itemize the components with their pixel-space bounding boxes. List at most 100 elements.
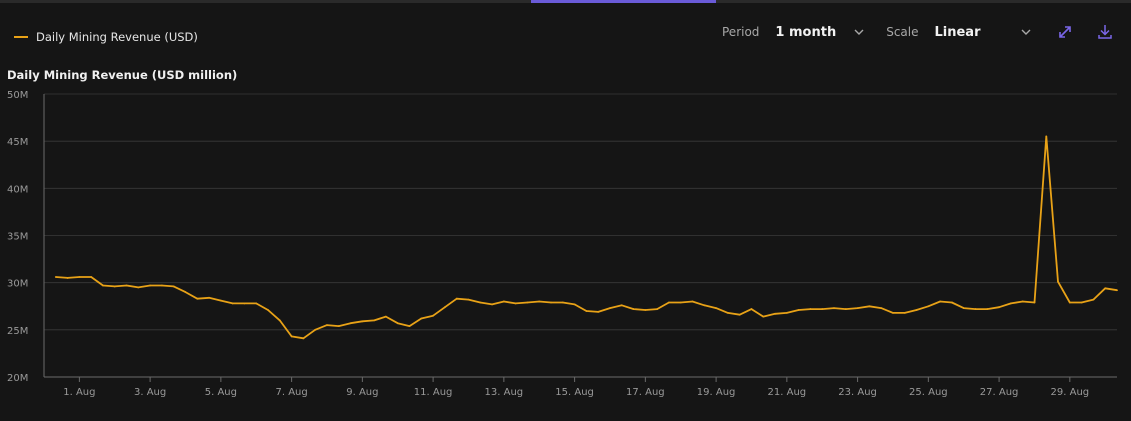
data-point[interactable] <box>514 302 517 305</box>
x-tick-label: 13. Aug <box>485 387 524 398</box>
data-point[interactable] <box>998 306 1000 309</box>
data-point[interactable] <box>444 306 446 309</box>
data-point[interactable] <box>974 308 977 310</box>
data-point[interactable] <box>66 277 69 279</box>
data-point[interactable] <box>1116 289 1118 292</box>
data-point[interactable] <box>738 313 741 316</box>
data-point[interactable] <box>833 307 835 310</box>
data-point[interactable] <box>679 301 682 304</box>
data-point[interactable] <box>302 337 305 340</box>
x-tick-label: 3. Aug <box>134 387 166 398</box>
data-point[interactable] <box>455 297 458 300</box>
data-point[interactable] <box>785 311 788 314</box>
data-point[interactable] <box>113 285 116 288</box>
data-point[interactable] <box>314 328 317 331</box>
data-point[interactable] <box>962 307 965 310</box>
data-point[interactable] <box>927 305 930 308</box>
data-point[interactable] <box>54 276 57 278</box>
data-point[interactable] <box>1104 287 1107 290</box>
data-point[interactable] <box>161 284 163 287</box>
data-point[interactable] <box>821 308 824 310</box>
data-point[interactable] <box>90 276 93 278</box>
data-point[interactable] <box>868 305 871 308</box>
data-point[interactable] <box>620 304 623 307</box>
data-point[interactable] <box>243 302 246 305</box>
data-point[interactable] <box>267 309 269 311</box>
data-point[interactable] <box>373 319 376 322</box>
data-point[interactable] <box>196 297 199 300</box>
data-point[interactable] <box>538 300 541 303</box>
data-point[interactable] <box>656 308 659 310</box>
data-point[interactable] <box>420 317 423 320</box>
data-point[interactable] <box>479 301 482 304</box>
data-point[interactable] <box>644 309 647 311</box>
data-point[interactable] <box>1033 301 1036 304</box>
data-point[interactable] <box>349 322 352 325</box>
data-point[interactable] <box>149 284 152 287</box>
data-point[interactable] <box>78 276 81 278</box>
data-point[interactable] <box>844 308 847 310</box>
x-tick-label: 21. Aug <box>768 387 807 398</box>
data-point[interactable] <box>1045 135 1048 138</box>
data-point[interactable] <box>208 296 210 299</box>
data-point[interactable] <box>880 307 883 310</box>
data-point[interactable] <box>774 312 776 315</box>
data-point[interactable] <box>467 298 470 301</box>
data-point[interactable] <box>491 303 493 306</box>
data-point[interactable] <box>1021 300 1024 303</box>
data-point[interactable] <box>939 300 942 303</box>
data-point[interactable] <box>290 335 293 338</box>
data-point[interactable] <box>668 301 670 304</box>
data-point[interactable] <box>609 307 611 310</box>
data-point[interactable] <box>172 285 175 288</box>
data-point[interactable] <box>573 303 576 306</box>
data-point[interactable] <box>1068 301 1071 304</box>
data-point[interactable] <box>703 304 706 307</box>
data-point[interactable] <box>915 309 918 311</box>
data-point[interactable] <box>502 300 505 303</box>
data-point[interactable] <box>951 301 953 304</box>
data-point[interactable] <box>715 307 717 310</box>
y-tick-label: 30M <box>7 279 28 290</box>
data-point[interactable] <box>1092 298 1095 301</box>
data-point[interactable] <box>750 308 753 310</box>
data-point[interactable] <box>278 319 281 322</box>
data-point[interactable] <box>361 320 364 323</box>
data-point[interactable] <box>125 284 128 287</box>
data-point[interactable] <box>526 301 529 304</box>
data-point[interactable] <box>809 308 812 310</box>
y-axis-ticks: 50M 45M 40M 35M 30M 25M 20M <box>7 90 28 384</box>
data-point[interactable] <box>432 314 435 317</box>
data-point[interactable] <box>255 302 258 305</box>
data-point[interactable] <box>892 311 894 314</box>
data-point[interactable] <box>408 325 411 327</box>
data-point[interactable] <box>396 322 399 325</box>
data-point[interactable] <box>597 311 600 313</box>
data-point[interactable] <box>797 309 800 311</box>
data-point[interactable] <box>184 291 187 293</box>
y-tick-label: 45M <box>7 137 28 148</box>
data-point[interactable] <box>762 315 765 318</box>
data-point[interactable] <box>219 299 222 302</box>
data-point[interactable] <box>1080 301 1083 304</box>
data-point[interactable] <box>385 315 387 318</box>
data-point[interactable] <box>726 311 729 314</box>
data-point[interactable] <box>903 311 906 314</box>
data-point[interactable] <box>632 308 635 310</box>
series-line[interactable] <box>55 135 1118 340</box>
x-tick-label: 17. Aug <box>626 387 665 398</box>
data-point[interactable] <box>326 324 328 327</box>
y-tick-label: 20M <box>7 373 28 384</box>
data-point[interactable] <box>585 310 588 312</box>
data-point[interactable] <box>550 301 552 304</box>
data-point[interactable] <box>1057 280 1059 283</box>
data-point[interactable] <box>231 302 234 305</box>
data-point[interactable] <box>137 286 140 289</box>
data-point[interactable] <box>1009 302 1012 305</box>
data-point[interactable] <box>561 301 564 304</box>
data-point[interactable] <box>337 325 340 327</box>
data-point[interactable] <box>691 300 694 303</box>
data-point[interactable] <box>856 307 859 310</box>
data-point[interactable] <box>102 284 104 287</box>
data-point[interactable] <box>986 308 989 310</box>
